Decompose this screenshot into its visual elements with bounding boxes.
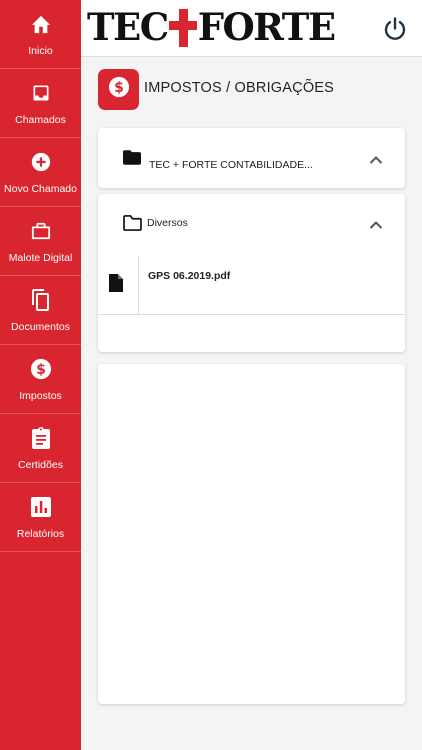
- chevron-up-icon[interactable]: [369, 152, 383, 164]
- sidebar-item-novo-chamado[interactable]: Novo Chamado: [0, 138, 81, 207]
- page-title: IMPOSTOS / OBRIGAÇÕES: [144, 80, 335, 96]
- brand-logo: TEC FORTE: [87, 5, 336, 49]
- page-title-badge: $: [98, 69, 139, 110]
- power-icon[interactable]: [382, 16, 408, 42]
- folder-card: Diversos GPS 06.2019.pdf: [98, 194, 405, 352]
- sidebar-item-label: Chamados: [15, 113, 66, 126]
- sidebar-item-certidoes[interactable]: Certidões: [0, 414, 81, 483]
- folder-name: TEC + FORTE CONTABILIDADE...: [149, 159, 313, 171]
- folder-row[interactable]: TEC + FORTE CONTABILIDADE...: [98, 128, 405, 188]
- sidebar-item-impostos[interactable]: $ Impostos: [0, 345, 81, 414]
- sidebar-item-documentos[interactable]: Documentos: [0, 276, 81, 345]
- add-circle-icon: [29, 150, 53, 174]
- sidebar-item-label: Certidões: [18, 458, 63, 471]
- home-icon: [29, 12, 53, 36]
- sidebar-item-label: Impostos: [19, 389, 62, 402]
- sidebar-item-label: Inicio: [28, 44, 53, 57]
- folder-card: TEC + FORTE CONTABILIDADE...: [98, 128, 405, 188]
- sidebar-item-relatorios[interactable]: Relatórios: [0, 483, 81, 552]
- sidebar-item-label: Documentos: [11, 320, 70, 333]
- chevron-up-icon[interactable]: [369, 217, 383, 229]
- bar-chart-icon: [29, 495, 53, 519]
- folder-filled-icon: [123, 150, 141, 170]
- folder-name: Diversos: [147, 217, 188, 229]
- top-header: TEC FORTE: [81, 0, 422, 57]
- svg-text:$: $: [114, 80, 124, 96]
- inbox-icon: [29, 81, 53, 105]
- logo-cross: [168, 7, 197, 47]
- content-panel: [98, 364, 405, 704]
- briefcase-icon: [29, 219, 53, 243]
- file-name: GPS 06.2019.pdf: [148, 270, 231, 282]
- logo-text-left: TEC: [87, 5, 169, 49]
- sidebar-item-label: Relatórios: [16, 527, 65, 540]
- logo-text-right: FORTE: [197, 5, 336, 49]
- svg-text:$: $: [36, 362, 46, 378]
- file-row[interactable]: GPS 06.2019.pdf: [98, 256, 405, 315]
- folder-row[interactable]: Diversos: [98, 194, 405, 252]
- sidebar-item-label: Malote Digital: [8, 251, 73, 264]
- sidebar-item-chamados[interactable]: Chamados: [0, 69, 81, 138]
- copy-documents-icon: [29, 288, 53, 312]
- clipboard-icon: [29, 426, 53, 450]
- sidebar: Inicio Chamados Novo Chamado Malote Digi…: [0, 0, 81, 750]
- folder-outline-icon: [123, 215, 142, 236]
- sidebar-item-inicio[interactable]: Inicio: [0, 0, 81, 69]
- sidebar-item-malote-digital[interactable]: Malote Digital: [0, 207, 81, 276]
- file-icon: [109, 274, 123, 297]
- dollar-circle-icon: $: [29, 357, 53, 381]
- file-row-divider: [138, 256, 139, 315]
- sidebar-item-label: Novo Chamado: [4, 182, 77, 195]
- dollar-circle-icon: $: [108, 76, 130, 103]
